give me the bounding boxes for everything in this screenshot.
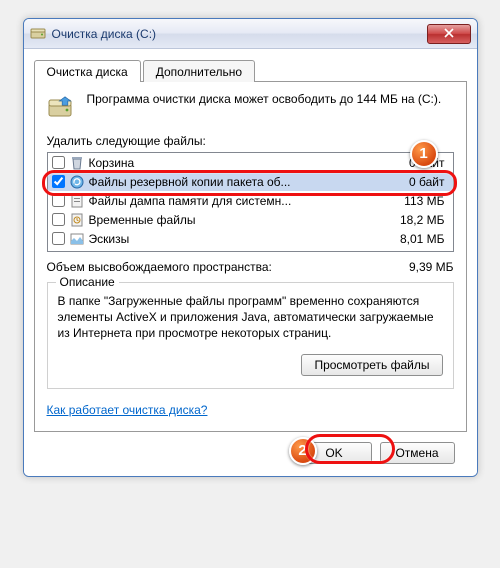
item-name: Файлы дампа памяти для системн... <box>89 194 379 208</box>
disk-cleanup-icon <box>30 26 46 42</box>
list-item[interactable]: Файлы резервной копии пакета об... 0 бай… <box>48 172 453 191</box>
client-area: Очистка диска Дополнительно Программа оч… <box>24 49 477 476</box>
recycle-bin-icon <box>69 155 85 171</box>
disk-cleanup-large-icon <box>47 92 79 124</box>
item-name: Временные файлы <box>89 213 379 227</box>
item-checkbox[interactable] <box>52 194 65 207</box>
close-icon <box>444 28 454 38</box>
list-item[interactable]: Эскизы 8,01 МБ <box>48 229 453 248</box>
window-title: Очистка диска (C:) <box>52 27 427 41</box>
view-files-button[interactable]: Просмотреть файлы <box>301 354 442 376</box>
item-size: 113 МБ <box>379 194 449 208</box>
close-button[interactable] <box>427 24 471 44</box>
callout-badge-2: 2 <box>289 437 317 465</box>
total-label: Объем высвобождаемого пространства: <box>47 260 374 274</box>
list-item[interactable]: Корзина 0 байт <box>48 153 453 172</box>
titlebar[interactable]: Очистка диска (C:) <box>24 19 477 49</box>
file-list[interactable]: Корзина 0 байт Файлы резервной копии пак… <box>47 152 454 252</box>
item-size: 8,01 МБ <box>379 232 449 246</box>
cancel-button[interactable]: Отмена <box>380 442 455 464</box>
item-name: Файлы резервной копии пакета об... <box>89 175 379 189</box>
how-cleanup-works-link[interactable]: Как работает очистка диска? <box>47 403 208 417</box>
item-name: Эскизы <box>89 232 379 246</box>
dialog-window: Очистка диска (C:) Очистка диска Дополни… <box>23 18 478 477</box>
tab-cleanup[interactable]: Очистка диска <box>34 60 141 82</box>
list-item[interactable]: Временные файлы 18,2 МБ <box>48 210 453 229</box>
item-checkbox[interactable] <box>52 156 65 169</box>
delete-files-label: Удалить следующие файлы: <box>47 134 454 148</box>
item-name: Корзина <box>89 156 379 170</box>
intro-row: Программа очистки диска может освободить… <box>47 92 454 124</box>
description-legend: Описание <box>56 275 119 289</box>
tab-strip: Очистка диска Дополнительно <box>34 60 467 82</box>
temp-files-icon <box>69 212 85 228</box>
callout-badge-1: 1 <box>410 140 438 168</box>
item-checkbox[interactable] <box>52 175 65 188</box>
intro-text: Программа очистки диска может освободить… <box>87 92 454 108</box>
item-checkbox[interactable] <box>52 213 65 226</box>
total-value: 9,39 МБ <box>374 260 454 274</box>
description-groupbox: Описание В папке "Загруженные файлы прог… <box>47 282 454 389</box>
dump-files-icon <box>69 193 85 209</box>
thumbnails-icon <box>69 231 85 247</box>
item-size: 18,2 МБ <box>379 213 449 227</box>
dialog-footer: OK 2 Отмена <box>34 432 467 464</box>
list-item[interactable]: Файлы дампа памяти для системн... 113 МБ <box>48 191 453 210</box>
backup-files-icon <box>69 174 85 190</box>
tab-more-options[interactable]: Дополнительно <box>143 60 255 82</box>
tab-content: Программа очистки диска может освободить… <box>34 81 467 432</box>
item-size: 0 байт <box>379 175 449 189</box>
total-row: Объем высвобождаемого пространства: 9,39… <box>47 260 454 274</box>
description-text: В папке "Загруженные файлы программ" вре… <box>58 293 443 342</box>
item-checkbox[interactable] <box>52 232 65 245</box>
